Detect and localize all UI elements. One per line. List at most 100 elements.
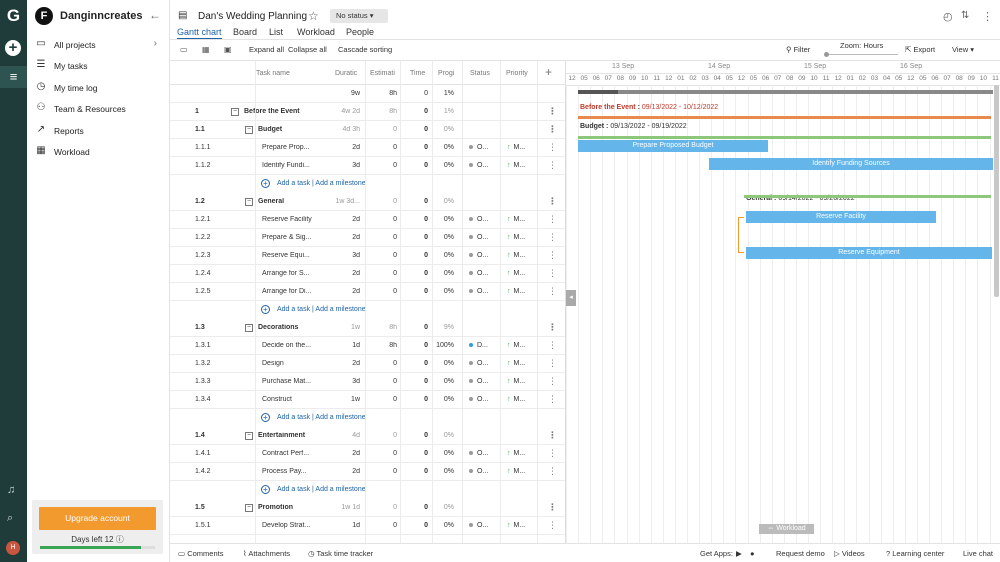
tab-workload[interactable]: Workload (297, 27, 335, 37)
task-priority[interactable]: ↑ M... (507, 360, 525, 367)
row-menu-icon[interactable]: ⋮ (548, 502, 557, 513)
row-menu-icon[interactable]: ⋮ (548, 466, 557, 477)
task-name[interactable]: Design (262, 360, 325, 367)
task-name[interactable]: Arrange for Di... (262, 288, 325, 295)
task-name[interactable]: Purchase Mat... (262, 378, 325, 385)
task-duration[interactable]: 4w 2d (330, 108, 360, 115)
upgrade-button[interactable]: Upgrade account (39, 507, 156, 530)
task-time[interactable]: 0 (401, 342, 428, 349)
comments-button[interactable]: ▭ Comments (178, 549, 223, 558)
task-status[interactable]: O... (469, 378, 488, 385)
sidebar-item-workload[interactable]: ▦ Workload (35, 143, 163, 161)
more-icon[interactable]: ⋮ (982, 10, 993, 23)
task-name[interactable]: Entertainment (258, 432, 325, 439)
task-progress[interactable]: 0% (432, 216, 454, 223)
task-time[interactable]: 0 (401, 504, 428, 511)
task-priority[interactable]: ↑ M... (507, 522, 525, 529)
task-priority[interactable]: ↑ M... (507, 378, 525, 385)
table-row[interactable]: 1.2.4 Arrange for S... 2d 0 0 0% O... ↑ M... ⋮ (170, 265, 565, 283)
star-icon[interactable]: ☆ (308, 9, 319, 23)
task-estimate[interactable]: 0 (367, 162, 397, 169)
task-priority[interactable]: ↑ M... (507, 216, 525, 223)
task-duration[interactable]: 3d (330, 252, 360, 259)
workspace-switcher[interactable]: F Danginncreates ← (35, 7, 175, 27)
filter-button[interactable]: ⚲ Filter (786, 45, 810, 54)
task-estimate[interactable]: 0 (367, 504, 397, 511)
task-status[interactable]: O... (469, 216, 488, 223)
collapse-toggle-icon[interactable]: − (231, 108, 239, 116)
task-status[interactable]: O... (469, 288, 488, 295)
user-avatar[interactable]: H (6, 541, 20, 555)
add-icon[interactable]: + (261, 485, 270, 494)
summary-bar[interactable] (578, 116, 991, 119)
task-status[interactable]: O... (469, 360, 488, 367)
task-status[interactable]: O... (469, 270, 488, 277)
task-status[interactable]: O... (469, 522, 488, 529)
task-name[interactable]: Process Pay... (262, 468, 325, 475)
task-bar[interactable]: Identify Funding Sources (709, 158, 993, 170)
task-name[interactable]: Budget (258, 126, 325, 133)
task-priority[interactable]: ↑ M... (507, 234, 525, 241)
collapse-toggle-icon[interactable]: − (245, 432, 253, 440)
table-row[interactable]: 1.5 − Promotion 1w 1d 0 0 0% ⋮ (170, 499, 565, 517)
learning-center-link[interactable]: ? Learning center (886, 549, 944, 558)
row-menu-icon[interactable]: ⋮ (548, 106, 557, 117)
task-priority[interactable]: ↑ M... (507, 252, 525, 259)
task-duration[interactable]: 2d (330, 360, 360, 367)
task-name[interactable]: Contract Perf... (262, 450, 325, 457)
sort-icon[interactable]: ⇅ (961, 10, 969, 21)
export-button[interactable]: ⇱ Export (905, 45, 935, 54)
task-progress[interactable]: 1% (432, 108, 454, 115)
task-estimate[interactable]: 0 (367, 252, 397, 259)
table-row[interactable]: 1.2 − General 1w 3d... 0 0 0% ⋮ (170, 193, 565, 211)
sidebar-item-team-resources[interactable]: ⚇ Team & Resources (35, 100, 163, 118)
zoom-slider[interactable] (824, 52, 898, 57)
collapse-sidebar-icon[interactable]: ← (149, 8, 161, 22)
add-milestone-link[interactable]: Add a milestone (315, 180, 365, 187)
table-row[interactable]: 1.2.1 Reserve Facility 2d 0 0 0% O... ↑ M... ⋮ (170, 211, 565, 229)
zoom-slider-handle[interactable] (824, 52, 829, 57)
task-status[interactable]: O... (469, 162, 488, 169)
row-menu-icon[interactable]: ⋮ (548, 232, 557, 243)
task-name[interactable]: Before the Event (244, 108, 325, 115)
task-estimate[interactable]: 0 (367, 360, 397, 367)
project-summary-bar[interactable] (578, 90, 993, 94)
task-progress[interactable]: 0% (432, 378, 454, 385)
task-progress[interactable]: 0% (432, 162, 454, 169)
add-milestone-link[interactable]: Add a milestone (315, 414, 365, 421)
task-time[interactable]: 0 (401, 324, 428, 331)
row-menu-icon[interactable]: ⋮ (548, 214, 557, 225)
task-bar[interactable]: Reserve Facility (746, 211, 936, 223)
collapse-toggle-icon[interactable]: − (245, 324, 253, 332)
task-estimate[interactable]: 0 (367, 522, 397, 529)
table-row[interactable]: 1.3 − Decorations 1w 8h 0 9% ⋮ (170, 319, 565, 337)
task-time[interactable]: 0 (401, 288, 428, 295)
tab-board[interactable]: Board (233, 27, 257, 37)
add-task-link[interactable]: Add a task (277, 180, 310, 187)
task-duration[interactable]: 4d (330, 432, 360, 439)
task-duration[interactable]: 1w 1d (330, 504, 360, 511)
task-duration[interactable]: 2d (330, 144, 360, 151)
col-estimate[interactable]: Estimati (370, 70, 395, 77)
workload-toggle[interactable]: ⇔ Workload (759, 524, 814, 534)
add-icon[interactable]: + (261, 413, 270, 422)
tab-list[interactable]: List (269, 27, 283, 37)
row-menu-icon[interactable]: ⋮ (548, 250, 557, 261)
table-row[interactable]: 1.2.3 Reserve Equi... 3d 0 0 0% O... ↑ M... ⋮ (170, 247, 565, 265)
indent-icon[interactable]: ▭ (180, 45, 188, 54)
table-row[interactable]: 1.5.1 Develop Strat... 1d 0 0 0% O... ↑ M... ⋮ (170, 517, 565, 535)
col-task-name[interactable]: Task name (256, 70, 290, 77)
task-progress[interactable]: 0% (432, 252, 454, 259)
add-icon[interactable]: + (261, 305, 270, 314)
sidebar-item-reports[interactable]: ↗ Reports (35, 122, 163, 140)
time-tracker-button[interactable]: ◷ Task time tracker (308, 549, 373, 558)
col-time[interactable]: Time (410, 70, 425, 77)
task-estimate[interactable]: 8h (367, 324, 397, 331)
task-estimate[interactable]: 0 (367, 270, 397, 277)
sidebar-item-my-tasks[interactable]: ☰ My tasks (35, 57, 163, 75)
add-task-link[interactable]: Add a task (277, 306, 310, 313)
menu-icon[interactable]: ≡ (0, 66, 27, 88)
col-priority[interactable]: Priority (506, 70, 528, 77)
task-priority[interactable]: ↑ M... (507, 270, 525, 277)
table-row[interactable]: 1.4 − Entertainment 4d 0 0 0% ⋮ (170, 427, 565, 445)
